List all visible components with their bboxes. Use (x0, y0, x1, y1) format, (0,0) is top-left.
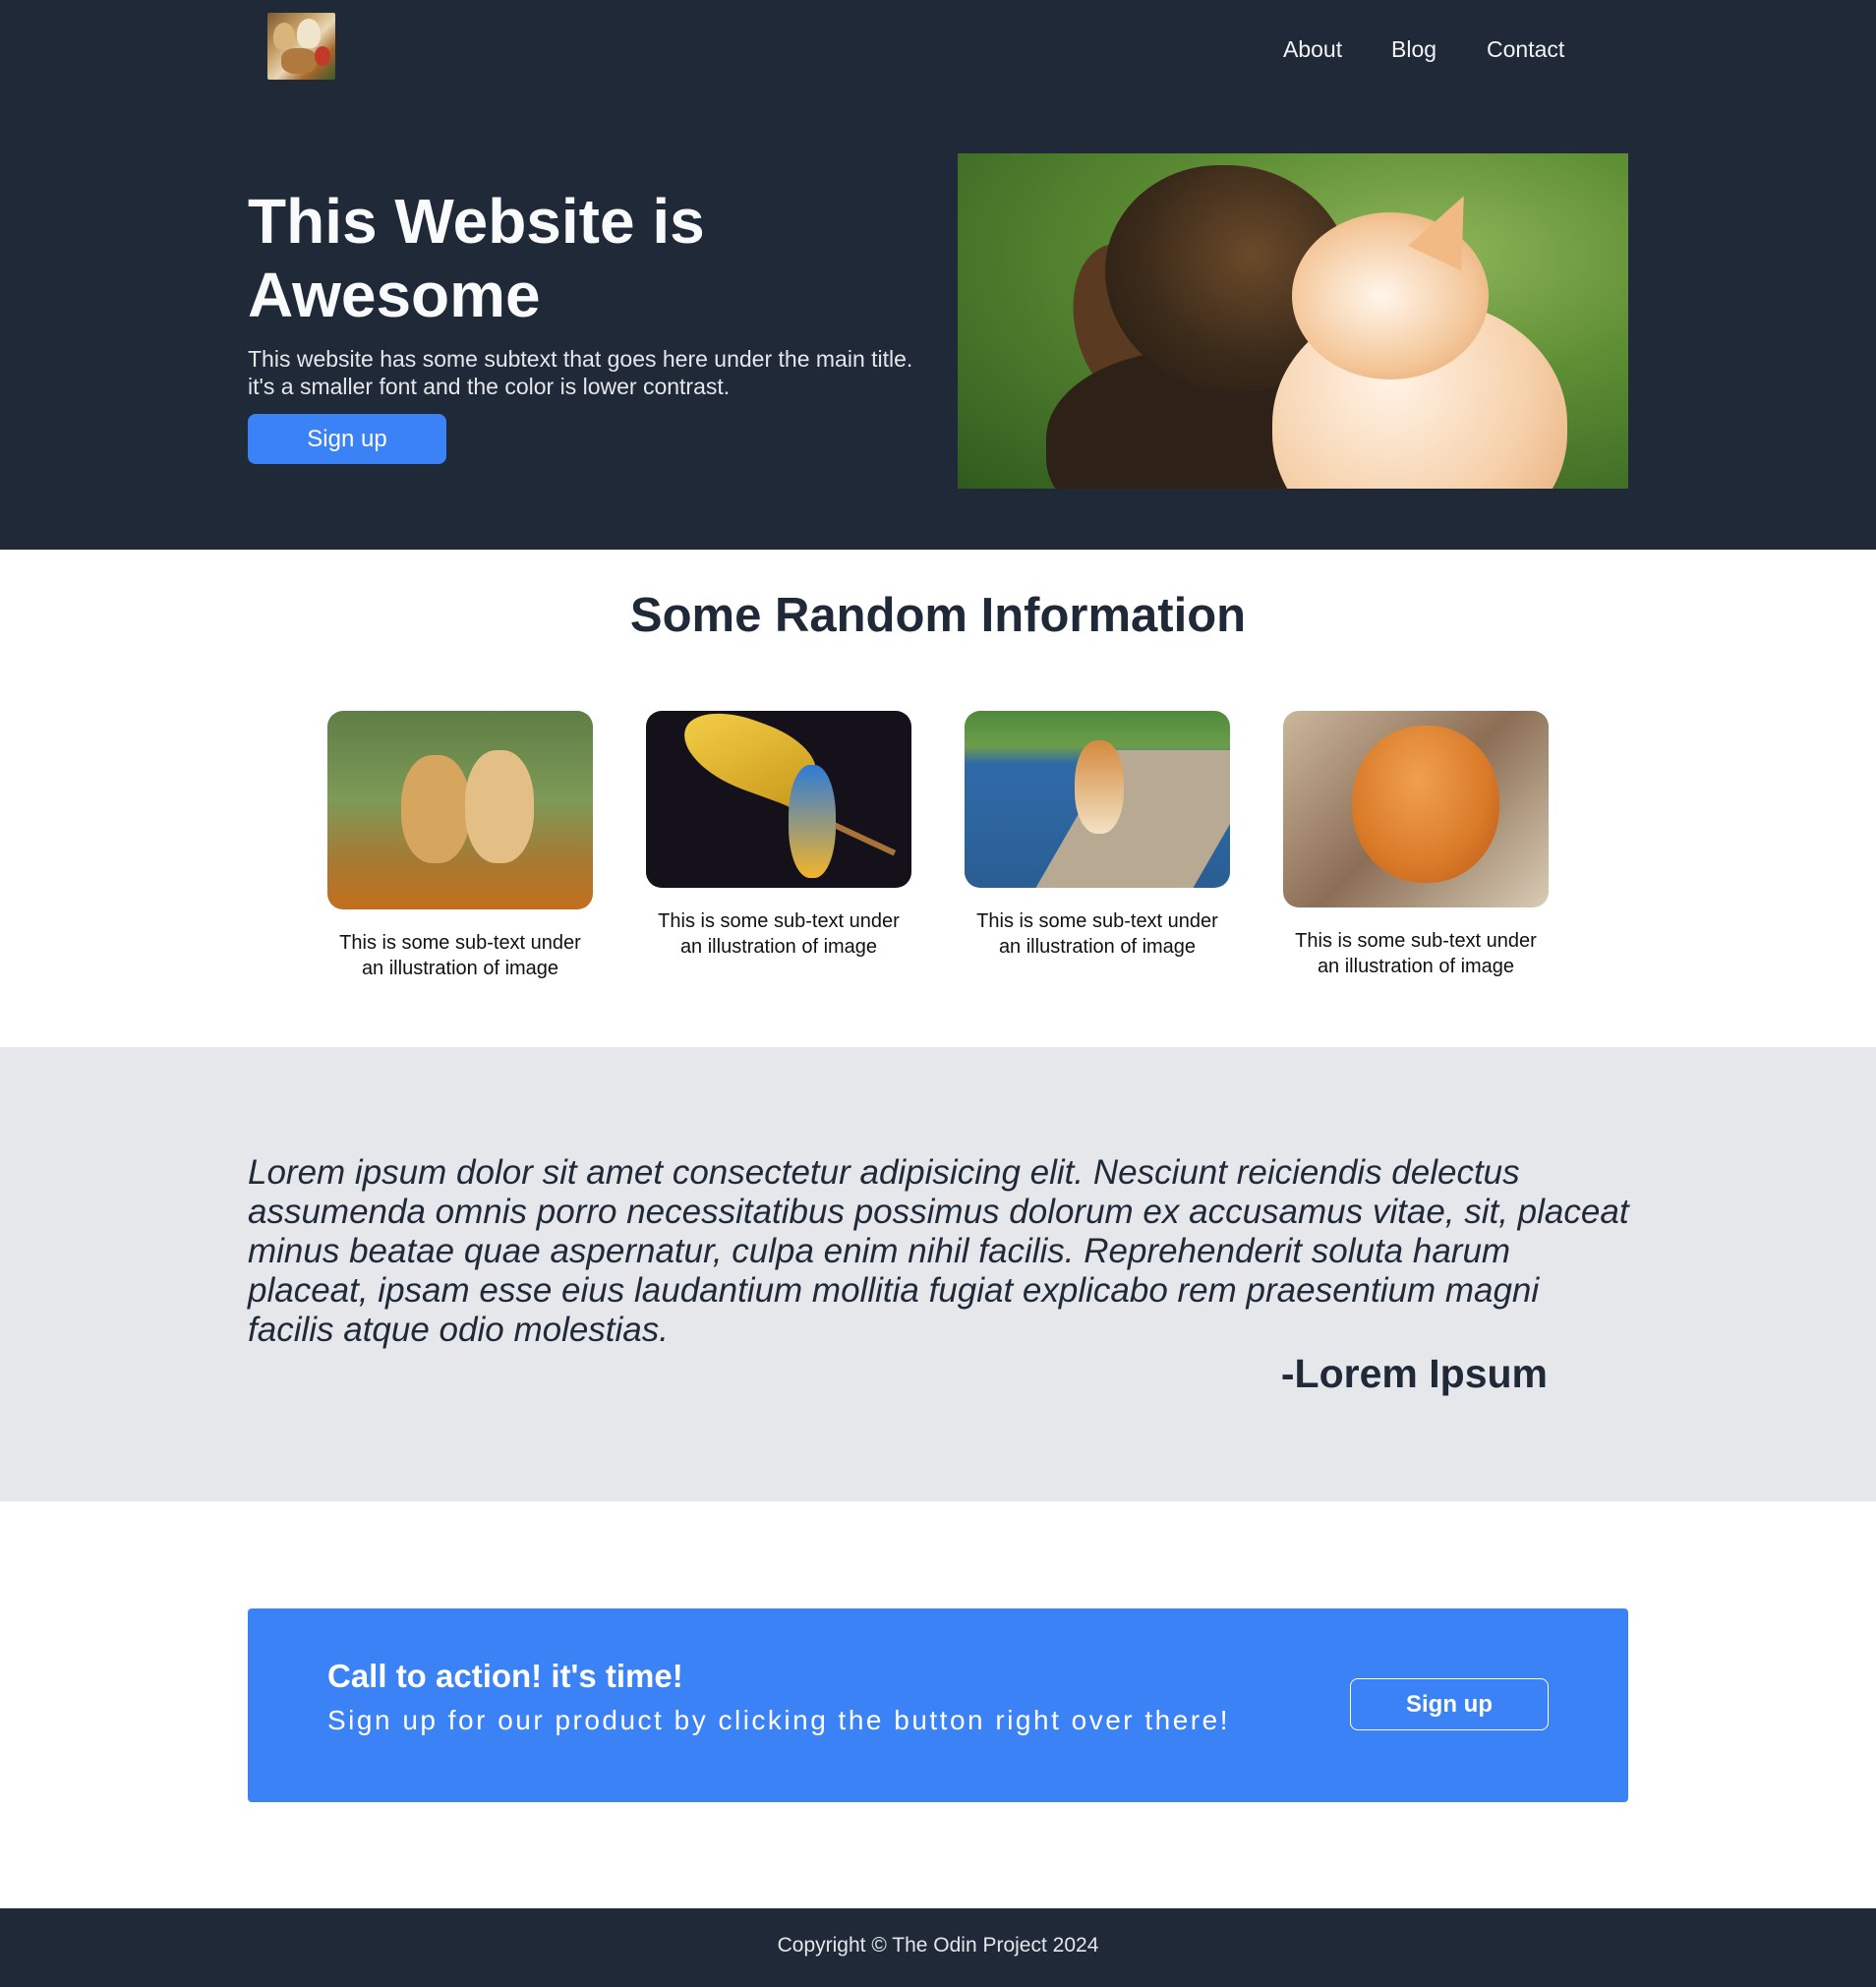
hero-subtitle: This website has some subtext that goes … (248, 346, 913, 399)
puppy-shape (401, 755, 470, 863)
footer-copyright: Copyright © The Odin Project 2024 (777, 1934, 1099, 1957)
nav-link-blog[interactable]: Blog (1391, 35, 1436, 63)
corgi-shape (1075, 740, 1124, 834)
footer: Copyright © The Odin Project 2024 (0, 1908, 1876, 1987)
card-caption: This is some sub-text under an illustrat… (658, 910, 900, 958)
cta-signup-button[interactable]: Sign up (1350, 1678, 1549, 1730)
hero-signup-button[interactable]: Sign up (248, 414, 446, 464)
logo-dog-shape (273, 23, 295, 50)
hero-image (958, 153, 1628, 489)
info-card: This is some sub-text under an illustrat… (1283, 711, 1549, 979)
cat-image (1283, 711, 1549, 907)
puppies-image (327, 711, 593, 909)
logo-icon[interactable] (267, 13, 335, 80)
info-section-title: Some Random Information (629, 589, 1247, 642)
info-card: This is some sub-text under an illustrat… (965, 711, 1230, 960)
puppy-shape (465, 750, 534, 863)
cta-title: Call to action! it's time! (327, 1658, 683, 1694)
quote-author: -Lorem Ipsum (1280, 1351, 1548, 1396)
corgi-image (965, 711, 1230, 888)
parrot-body-shape (789, 765, 836, 878)
hero-section: About Blog Contact This Website is Aweso… (0, 0, 1876, 550)
logo-dog-shape (297, 19, 321, 48)
cta-subtitle: Sign up for our product by clicking the … (327, 1705, 1230, 1735)
info-card: This is some sub-text under an illustrat… (646, 711, 911, 960)
call-to-action-box: Call to action! it's time! Sign up for o… (248, 1608, 1628, 1802)
logo-flower-shape (315, 46, 330, 66)
hero-title: This Website is Awesome (248, 186, 705, 330)
nav-link-contact[interactable]: Contact (1487, 35, 1564, 63)
parrot-image (646, 711, 911, 888)
pier-shape (1029, 750, 1230, 888)
card-caption: This is some sub-text under an illustrat… (1295, 930, 1537, 977)
nav-link-about[interactable]: About (1283, 35, 1342, 63)
quote-text: Lorem ipsum dolor sit amet consectetur a… (248, 1153, 1629, 1349)
card-caption: This is some sub-text under an illustrat… (976, 910, 1218, 958)
card-caption: This is some sub-text under an illustrat… (339, 932, 581, 979)
info-card: This is some sub-text under an illustrat… (327, 711, 593, 981)
logo-dog-shape (281, 48, 317, 74)
cat-shape (1352, 726, 1499, 883)
